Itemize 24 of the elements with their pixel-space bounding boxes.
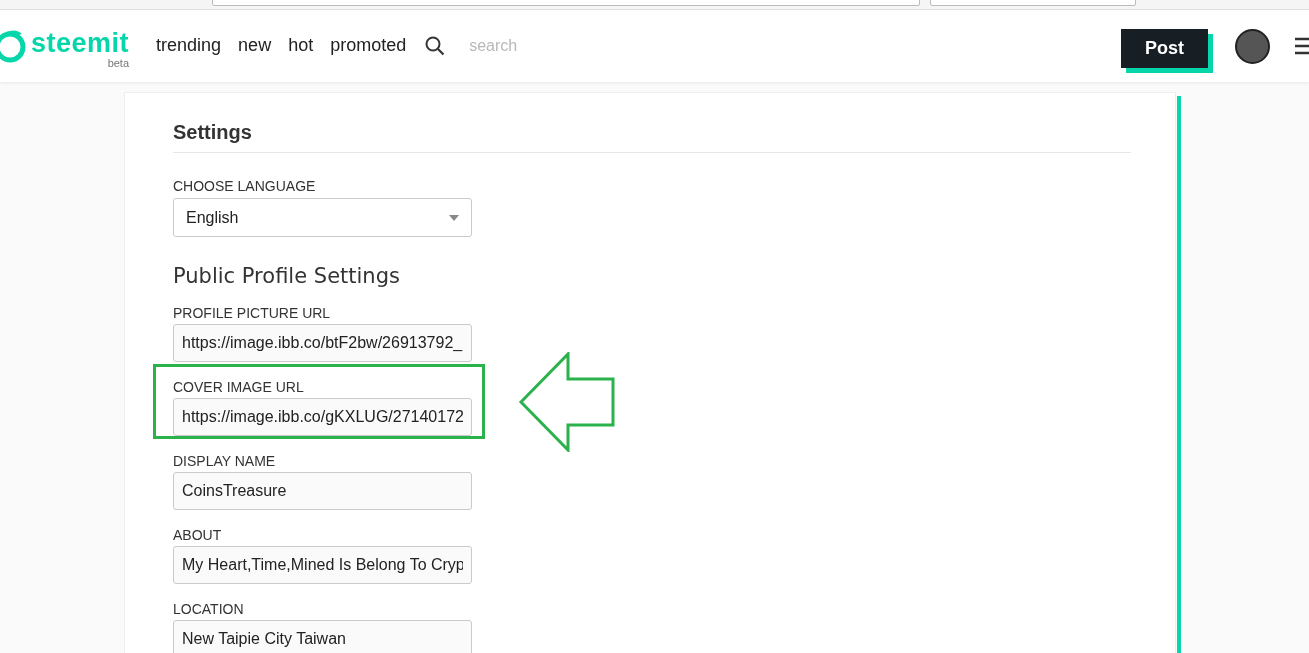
field-label: PROFILE PICTURE URL <box>173 304 332 321</box>
avatar[interactable] <box>1235 28 1270 64</box>
field-label: CHOOSE LANGUAGE <box>173 178 317 194</box>
nav-link[interactable]: hot <box>288 31 314 59</box>
field-label: DISPLAY NAME <box>173 452 277 469</box>
nav-link[interactable]: promoted <box>330 31 407 59</box>
arrow-icon <box>518 351 616 452</box>
section-heading: Public Profile Settings <box>173 263 401 290</box>
text-field[interactable]: New Taipie City Taiwan <box>173 619 472 653</box>
beta-label: beta <box>107 56 130 69</box>
nav-link[interactable]: new <box>238 31 272 59</box>
field-label: COVER IMAGE URL <box>173 378 305 395</box>
field-label: ABOUT <box>173 526 223 543</box>
language-select[interactable]: English <box>173 198 472 237</box>
search-icon[interactable] <box>425 36 446 56</box>
nav-link[interactable]: trending <box>156 31 222 59</box>
search-field[interactable]: search <box>469 34 590 58</box>
text-field[interactable]: https://image.ibb.co/btF2bw/26913792_ <box>173 323 472 362</box>
logo-icon <box>0 28 28 64</box>
text-field[interactable]: https://image.ibb.co/gKXLUG/27140172 <box>173 397 472 436</box>
text-field[interactable]: CoinsTreasure <box>173 471 472 510</box>
settings-title: Settings <box>173 117 1131 153</box>
field-label: LOCATION <box>173 600 245 617</box>
dropdown-caret-icon <box>449 214 459 221</box>
